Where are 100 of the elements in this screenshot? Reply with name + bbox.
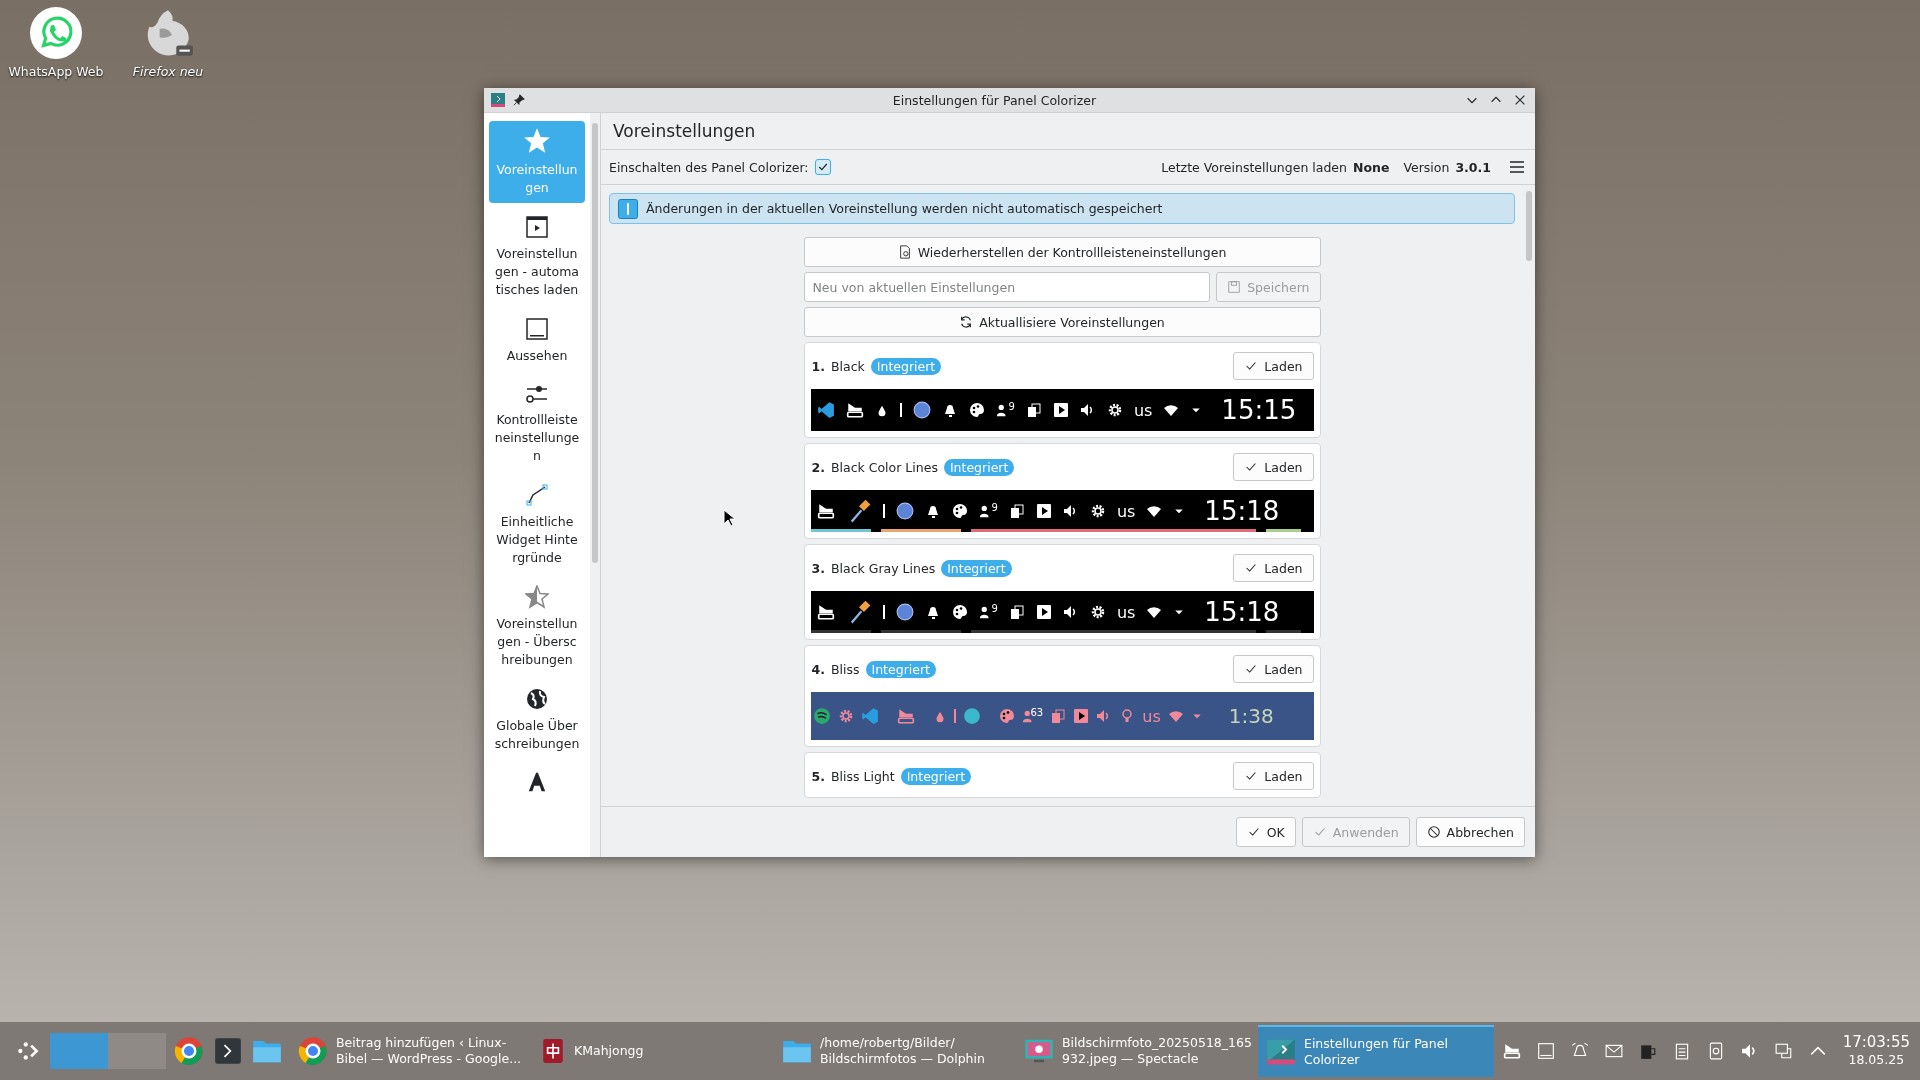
- slider-icon: [525, 383, 549, 405]
- gear-icon: [1106, 402, 1123, 418]
- launcher-item[interactable]: [172, 1034, 206, 1068]
- task-item[interactable]: Beitrag hinzufügen ‹ Linux- Bibel — WordPress - Google...: [290, 1025, 526, 1077]
- version-label: Version: [1403, 159, 1450, 175]
- app-icon: [490, 92, 506, 108]
- sidebar-item[interactable]: Globale Überschreibungen: [489, 681, 585, 759]
- preset-name: Bliss: [830, 661, 860, 677]
- task-item[interactable]: Einstellungen für Panel Colorizer: [1258, 1025, 1494, 1077]
- task-item[interactable]: Bildschirmfoto_20250518_165 932.jpeg — Spectacle: [1016, 1025, 1252, 1077]
- palette-icon: [951, 604, 968, 620]
- palette-icon: [998, 708, 1015, 724]
- chat-bubble-icon[interactable]: [29, 6, 83, 60]
- enable-label: Einschalten des Panel Colorizer:: [609, 159, 809, 175]
- dialog-button[interactable]: Abbrechen: [1415, 817, 1525, 847]
- task-item[interactable]: /home/robertg/Bilder/ Bildschirmfotos — Dolphin: [774, 1025, 1010, 1077]
- play-icon: [1052, 402, 1069, 418]
- preset-number: 1.: [811, 358, 825, 374]
- music-app-icon: [812, 707, 831, 725]
- enable-checkbox[interactable]: [814, 159, 831, 175]
- play-icon: [1035, 604, 1052, 620]
- separator-icon: [882, 604, 885, 620]
- circle-icon: [895, 502, 914, 520]
- desktop-icon-label[interactable]: WhatsApp Web: [8, 64, 104, 79]
- info-icon: [618, 198, 638, 219]
- document-restore-icon: [897, 245, 912, 259]
- refresh-button[interactable]: Aktuallisiere Voreinstellungen: [803, 307, 1321, 337]
- task-item[interactable]: KMahjongg: [532, 1025, 768, 1077]
- terminal-icon: [214, 1037, 242, 1065]
- browser-icon: [298, 1036, 328, 1066]
- sidebar-item[interactable]: Voreinstellungen - Überschreibungen: [489, 579, 585, 675]
- load-button[interactable]: Laden: [1233, 655, 1314, 683]
- load-button[interactable]: Laden: [1233, 453, 1314, 481]
- preset-number: 2.: [811, 459, 825, 475]
- separator-icon: [953, 708, 956, 724]
- restore-button[interactable]: Wiederherstellen der Kontrollleisteneinstellungen: [803, 237, 1321, 267]
- version-value: 3.0.1: [1455, 159, 1491, 175]
- mouse-pointer-icon: [723, 509, 737, 527]
- preset-number: 3.: [811, 560, 825, 576]
- load-button[interactable]: Laden: [1233, 352, 1314, 380]
- clipboard-icon: [1008, 604, 1025, 620]
- dialog-button[interactable]: OK: [1235, 817, 1296, 847]
- clipboard-icon: [1025, 402, 1042, 418]
- star-icon: [523, 127, 551, 155]
- gear-icon: [1089, 503, 1106, 519]
- mail-icon: [1604, 1042, 1623, 1060]
- separator-icon: [882, 503, 885, 519]
- launcher-item[interactable]: [212, 1035, 244, 1067]
- pin-icon[interactable]: [512, 93, 526, 107]
- notification-count: 9: [1008, 400, 1015, 412]
- keyboard-layout-label: us: [1142, 706, 1161, 726]
- circle-icon: [962, 707, 981, 725]
- load-button[interactable]: Laden: [1233, 762, 1314, 790]
- tray-icon: [816, 502, 835, 520]
- palette-icon: [968, 402, 985, 418]
- last-preset-value: None: [1353, 159, 1390, 175]
- preview-clock: 15:18: [1204, 597, 1280, 627]
- gear-icon: [837, 708, 854, 724]
- sidebar-item[interactable]: Aussehen: [489, 311, 585, 371]
- curve-icon: [525, 483, 549, 507]
- clipboard-icon: [1008, 503, 1025, 519]
- window-play-icon: [525, 215, 549, 239]
- ribbon-icon: [860, 707, 879, 725]
- preset-number: 5.: [811, 768, 825, 784]
- window-title: Einstellungen für Panel Colorizer: [891, 92, 1098, 108]
- wifi-icon: [1146, 503, 1163, 519]
- tray-icon: [816, 603, 835, 621]
- desktop-icon-label[interactable]: Firefox neu: [132, 64, 204, 79]
- circle-icon: [895, 603, 914, 621]
- wifi-icon: [1167, 708, 1184, 724]
- preview-clock: 15:15: [1221, 395, 1297, 425]
- sidebar-item[interactable]: Kontrollleisteneinstellungen: [489, 377, 585, 471]
- notification-count: 9: [991, 602, 998, 614]
- preset-name: Black: [830, 358, 865, 374]
- load-button[interactable]: Laden: [1233, 554, 1314, 582]
- sidebar-item[interactable]: Einheitliche Widget Hintergründe: [489, 477, 585, 573]
- taskbar-clock[interactable]: 17:03:55 18.05.25: [1842, 1034, 1910, 1068]
- palette-icon: [951, 503, 968, 519]
- colorizer-app-icon: [1266, 1037, 1296, 1067]
- preset-name-field[interactable]: Neu von aktuellen Einstellungen: [803, 272, 1211, 302]
- page-title: Voreinstellungen: [613, 121, 756, 141]
- builtin-tag: Integriert: [865, 660, 936, 678]
- network-icon: [1774, 1042, 1793, 1060]
- preset-name: Black Color Lines: [830, 459, 938, 475]
- preview-clock: 15:18: [1204, 496, 1280, 526]
- panel-icon: [525, 317, 549, 341]
- play-icon: [1073, 708, 1090, 724]
- save-icon: [1227, 280, 1242, 294]
- preview-clock: 1:38: [1228, 704, 1274, 728]
- builtin-tag: Integriert: [870, 357, 942, 375]
- circle-icon: [912, 401, 931, 419]
- sidebar-item[interactable]: Voreinstellungen - automatisches laden: [489, 209, 585, 305]
- preset-name: Bliss Light: [830, 768, 895, 784]
- builtin-tag: Integriert: [943, 458, 1015, 476]
- check-icon: [1312, 825, 1327, 839]
- tray-icon: [845, 401, 864, 419]
- keyboard-layout-label: us: [1116, 501, 1136, 521]
- refresh-icon: [959, 315, 974, 329]
- last-preset-label: Letzte Voreinstellungen laden: [1161, 159, 1347, 175]
- separator-icon: [899, 402, 902, 418]
